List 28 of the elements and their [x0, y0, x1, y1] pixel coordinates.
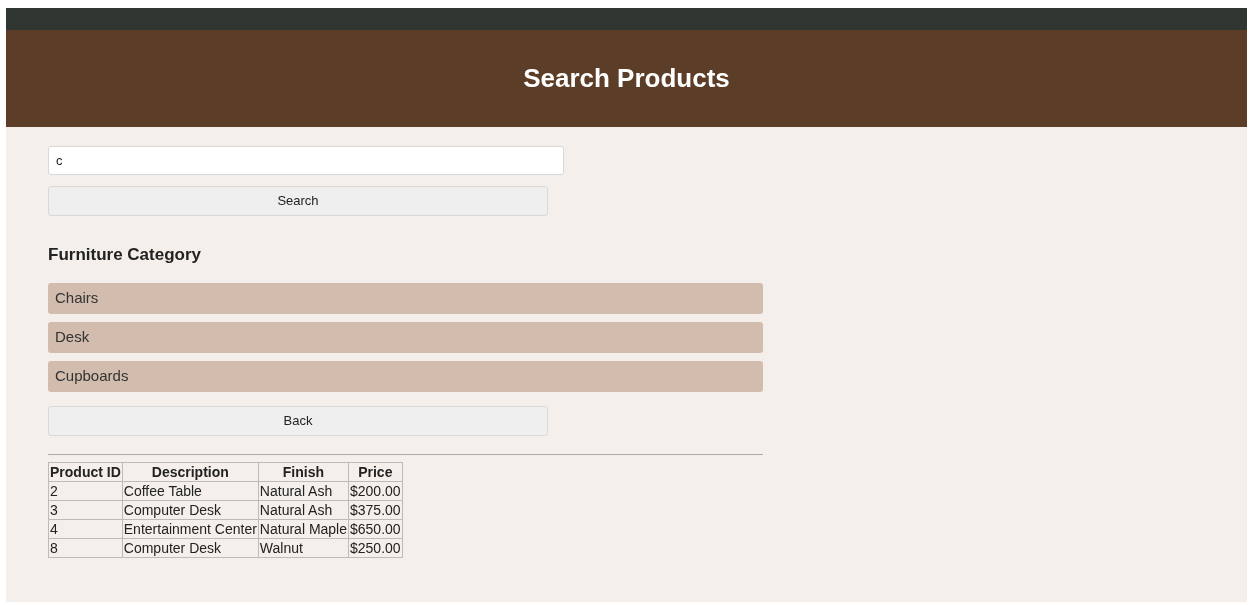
- search-field[interactable]: c: [48, 146, 564, 175]
- column-header: Product ID: [48, 462, 123, 481]
- table-cell: Natural Ash: [258, 500, 349, 519]
- table-cell: Entertainment Center: [122, 519, 259, 538]
- table-cell: $650.00: [348, 519, 403, 538]
- table-cell: Natural Ash: [258, 481, 349, 500]
- table-cell: Coffee Table: [122, 481, 259, 500]
- column-header: Description: [122, 462, 259, 481]
- page-title: Search Products: [523, 62, 730, 95]
- column-header: Price: [348, 462, 403, 481]
- table-cell: 2: [48, 481, 123, 500]
- table-cell: 4: [48, 519, 123, 538]
- table-cell: 8: [48, 538, 123, 557]
- table-cell: Walnut: [258, 538, 349, 557]
- table-cell: Computer Desk: [122, 500, 259, 519]
- category-item[interactable]: Chairs: [48, 282, 763, 314]
- category-item[interactable]: Cupboards: [48, 360, 763, 392]
- category-item[interactable]: Desk: [48, 321, 763, 353]
- back-button[interactable]: Back: [48, 405, 548, 436]
- table-cell: 3: [48, 500, 123, 519]
- search-button[interactable]: Search: [48, 186, 548, 216]
- category-heading: Furniture Category: [48, 244, 203, 266]
- table-cell: Computer Desk: [122, 538, 259, 557]
- table-cell: $375.00: [348, 500, 403, 519]
- table-cell: $200.00: [348, 481, 403, 500]
- column-header: Finish: [258, 462, 349, 481]
- table-cell: Natural Maple: [258, 519, 349, 538]
- table-cell: $250.00: [348, 538, 403, 557]
